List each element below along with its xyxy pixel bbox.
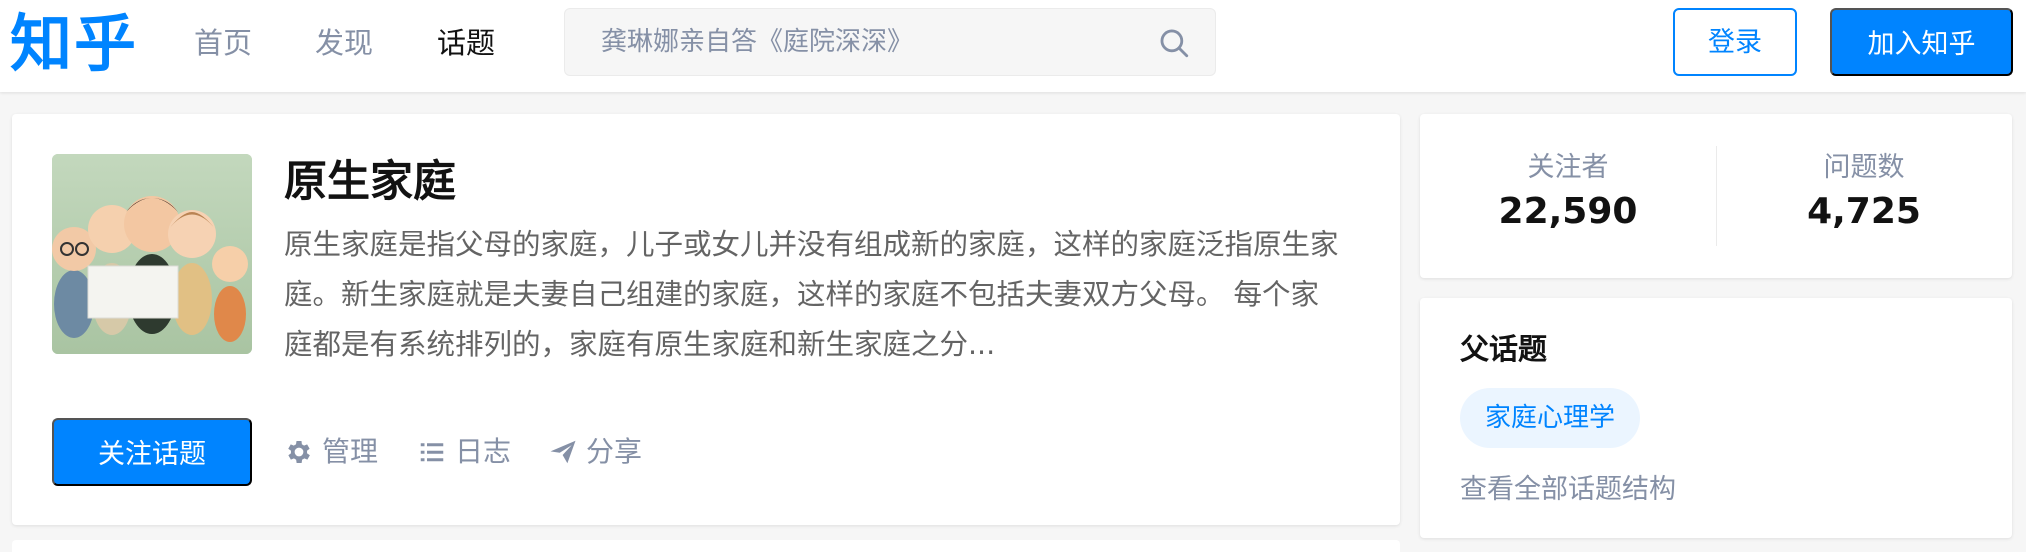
followers-count: 22,590 [1498, 191, 1638, 232]
list-icon [420, 443, 444, 462]
nav-item-home[interactable]: 首页 [194, 22, 252, 64]
nav-item-topics[interactable]: 话题 [437, 22, 495, 64]
followers-label: 关注者 [1527, 152, 1609, 183]
manage-label: 管理 [322, 435, 379, 468]
followers-stat[interactable]: 关注者 22,590 [1420, 150, 1716, 238]
questions-count: 4,725 [1807, 191, 1921, 232]
family-figurines-image [52, 154, 252, 354]
top-navigation-bar: 知乎 首页 发现 话题 登录 加入知乎 [0, 0, 2026, 92]
topic-avatar-image [52, 154, 252, 354]
gear-icon [288, 441, 310, 463]
search-icon[interactable] [1157, 26, 1191, 60]
parent-topics-title: 父话题 [1460, 332, 1548, 366]
topic-header-card: 原生家庭 原生家庭是指父母的家庭，儿子或女儿并没有组成新的家庭，这样的家庭泛指原… [12, 114, 1400, 525]
paper-plane-icon [550, 440, 576, 464]
parent-topics-card: 父话题 家庭心理学 查看全部话题结构 [1420, 298, 2012, 538]
questions-stat[interactable]: 问题数 4,725 [1716, 150, 2012, 238]
share-button[interactable]: 分享 [548, 432, 642, 472]
topic-description[interactable]: 原生家庭是指父母的家庭，儿子或女儿并没有组成新的家庭，这样的家庭泛指原生家庭。新… [284, 220, 1344, 370]
next-card-edge [12, 540, 1400, 552]
follow-topic-button[interactable]: 关注话题 [52, 418, 252, 486]
view-all-topic-structure-link[interactable]: 查看全部话题结构 [1460, 470, 1676, 510]
topic-stats-card: 关注者 22,590 问题数 4,725 [1420, 114, 2012, 278]
share-label: 分享 [586, 435, 643, 468]
log-label: 日志 [455, 435, 512, 468]
zhihu-logo[interactable]: 知乎 [10, 4, 138, 84]
nav-item-explore[interactable]: 发现 [315, 22, 373, 64]
manage-button[interactable]: 管理 [284, 432, 378, 472]
login-button[interactable]: 登录 [1673, 8, 1797, 76]
log-button[interactable]: 日志 [417, 432, 511, 472]
parent-topic-tag[interactable]: 家庭心理学 [1460, 388, 1641, 448]
search-box [564, 8, 1216, 76]
search-input[interactable] [601, 9, 1141, 75]
topic-title: 原生家庭 [284, 157, 456, 207]
questions-label: 问题数 [1823, 152, 1905, 183]
join-zhihu-button[interactable]: 加入知乎 [1830, 8, 2013, 76]
